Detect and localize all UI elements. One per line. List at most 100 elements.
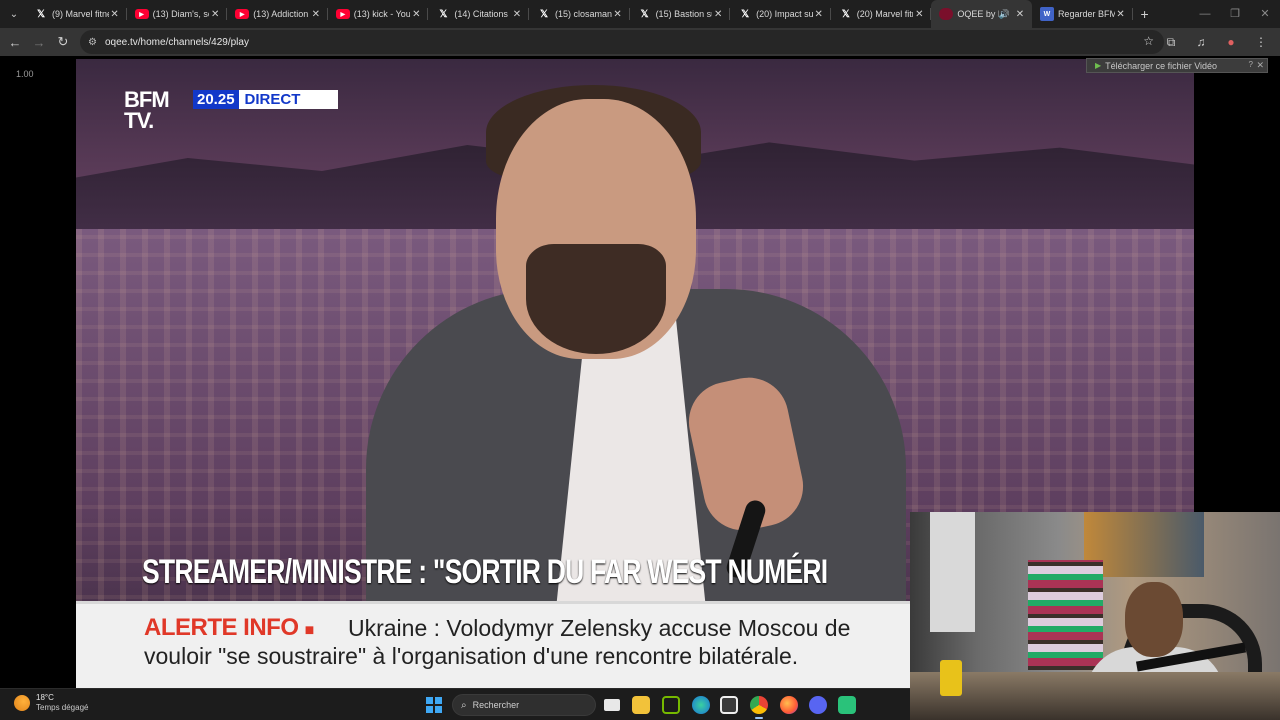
browser-tab[interactable]: ▶ (13) kick - YouT ✕ (328, 0, 429, 28)
tab-close-icon[interactable]: ✕ (712, 9, 724, 20)
browser-tab[interactable]: 𝕏 (20) Marvel fitn ✕ (831, 0, 932, 28)
tab-close-icon[interactable]: ✕ (410, 9, 422, 20)
download-video-bar[interactable]: ▶ Télécharger ce fichier Vidéo ? ✕ (1086, 58, 1268, 73)
profile-avatar[interactable]: ● (1216, 35, 1246, 49)
alert-text-line2: vouloir "se soustraire" à l'organisation… (144, 643, 799, 669)
tab-title: (9) Marvel fitness (52, 9, 109, 19)
oqee-icon (939, 8, 954, 20)
file-explorer-icon[interactable] (632, 696, 650, 714)
extensions-icon[interactable]: ⧉ (1156, 35, 1186, 50)
zoom-level: 1.00 (16, 69, 34, 79)
tab-close-icon[interactable]: ✕ (813, 9, 825, 20)
close-window-button[interactable]: ✕ (1250, 0, 1280, 28)
weather-desc: Temps dégagé (36, 703, 89, 712)
tab-title: (15) closaman (554, 9, 612, 19)
address-bar[interactable]: ⚙ oqee.tv/home/channels/429/play ☆ (80, 30, 1164, 54)
x-icon: 𝕏 (841, 8, 850, 20)
tab-search-button[interactable]: ⌄ (2, 2, 26, 26)
close-icon[interactable]: ✕ (1256, 60, 1264, 71)
restore-button[interactable]: ❐ (1220, 0, 1250, 28)
menu-kebab-icon[interactable]: ⋮ (1246, 35, 1276, 49)
nvidia-icon[interactable] (662, 696, 680, 714)
app-icon[interactable] (838, 696, 856, 714)
edge-icon[interactable] (692, 696, 710, 714)
news-headline: STREAMER/MINISTRE : "SORTIR DU FAR WEST … (142, 553, 828, 591)
youtube-icon: ▶ (134, 9, 149, 19)
plus-icon: + (1140, 6, 1149, 22)
presenter (366, 79, 906, 609)
screen: ⌄ 𝕏(9) Marvel fitness✕▶(13) Diam's, se✕▶… (0, 0, 1280, 720)
browser-tab[interactable]: ▶ (13) Addiction ✕ (227, 0, 328, 28)
tab-close-icon[interactable]: ✕ (209, 9, 221, 20)
tab-close-icon[interactable]: ✕ (109, 9, 121, 20)
browser-tab[interactable]: OQEE by Free🔊 ✕ (931, 0, 1032, 28)
search-placeholder: Rechercher (472, 700, 520, 710)
media-control-icon[interactable]: ♫ (1186, 35, 1216, 49)
alert-text-line1: Ukraine : Volodymyr Zelensky accuse Mosc… (348, 615, 851, 641)
site-info-icon[interactable]: ⚙ (88, 37, 97, 48)
live-label: DIRECT (244, 91, 301, 108)
browser-tab[interactable]: W Regarder BFM ✕ (1032, 0, 1133, 28)
browser-tab[interactable]: 𝕏 (20) Impact su ✕ (730, 0, 831, 28)
tab-close-icon[interactable]: ✕ (612, 9, 624, 20)
browser-tab[interactable]: 𝕏 (9) Marvel fitness✕ (26, 0, 127, 28)
tab-close-icon[interactable]: ✕ (511, 9, 523, 20)
firefox-icon[interactable] (780, 696, 798, 714)
tab-title: (15) Bastion su (655, 9, 713, 19)
live-badge: 20.25 DIRECT (193, 90, 338, 109)
task-view-icon[interactable] (604, 699, 620, 711)
browser-tab[interactable]: 𝕏 (14) Citations ✕ (428, 0, 529, 28)
tab-title: (20) Impact su (756, 9, 813, 19)
x-icon: 𝕏 (640, 8, 649, 20)
download-label: Télécharger ce fichier Vidéo (1105, 60, 1218, 71)
forward-button[interactable]: → (27, 35, 51, 50)
tab-title: OQEE by Free (957, 9, 998, 19)
x-icon: 𝕏 (36, 8, 46, 20)
help-icon[interactable]: ? (1249, 60, 1253, 69)
tab-close-icon[interactable]: ✕ (1115, 9, 1127, 20)
minimize-button[interactable]: — (1190, 0, 1220, 28)
broadcast-time: 20.25 (193, 90, 239, 109)
discord-icon[interactable] (809, 696, 827, 714)
tab-close-icon[interactable]: ✕ (913, 9, 925, 20)
tab-title: Regarder BFM (1057, 9, 1115, 19)
x-icon: 𝕏 (741, 8, 750, 20)
browser-tab[interactable]: 𝕏 (15) closaman ✕ (529, 0, 630, 28)
new-tab-button[interactable]: + (1133, 6, 1157, 22)
x-icon: 𝕏 (539, 8, 548, 20)
youtube-icon: ▶ (235, 9, 250, 19)
tab-title: (13) kick - YouT (353, 9, 411, 19)
weather-sun-icon (14, 695, 30, 711)
tab-title: (13) Addiction (253, 9, 309, 19)
window-controls: — ❐ ✕ (1190, 0, 1280, 28)
tab-close-icon[interactable]: ✕ (1014, 9, 1026, 20)
reload-button[interactable]: ↻ (51, 34, 75, 50)
store-icon[interactable] (720, 696, 738, 714)
alert-label: ALERTE INFO ■ (144, 614, 314, 641)
back-button[interactable]: ← (3, 35, 27, 50)
start-button[interactable] (426, 697, 442, 713)
tab-list: 𝕏(9) Marvel fitness✕▶(13) Diam's, se✕▶(1… (26, 0, 1133, 28)
tab-title: (14) Citations (454, 9, 508, 19)
tab-strip: ⌄ 𝕏(9) Marvel fitness✕▶(13) Diam's, se✕▶… (0, 0, 1280, 28)
taskbar-search[interactable]: ⌕ Rechercher (452, 694, 596, 716)
tab-title: (20) Marvel fitn (856, 9, 914, 19)
bookmark-star-icon[interactable]: ☆ (1143, 34, 1154, 48)
chevron-down-icon: ⌄ (9, 8, 19, 20)
youtube-icon: ▶ (335, 9, 350, 19)
tab-separator (1131, 8, 1133, 20)
x-icon: 𝕏 (439, 8, 448, 20)
toolbar-actions: ⧉ ♫ ● ⋮ (1156, 28, 1276, 56)
search-icon: ⌕ (461, 699, 467, 711)
tab-title: (13) Diam's, se (152, 9, 210, 19)
weather-widget[interactable]: 18°C Temps dégagé (14, 693, 88, 713)
chrome-icon[interactable] (750, 696, 768, 719)
browser-tab[interactable]: 𝕏 (15) Bastion su ✕ (630, 0, 731, 28)
webtv-icon: W (1039, 7, 1054, 21)
weather-temp: 18°C (36, 693, 54, 702)
can (940, 660, 962, 696)
browser-tab[interactable]: ▶ (13) Diam's, se ✕ (127, 0, 228, 28)
speaker-icon[interactable]: 🔊 (999, 9, 1010, 20)
tab-close-icon[interactable]: ✕ (310, 9, 322, 20)
play-icon: ▶ (1095, 61, 1102, 70)
